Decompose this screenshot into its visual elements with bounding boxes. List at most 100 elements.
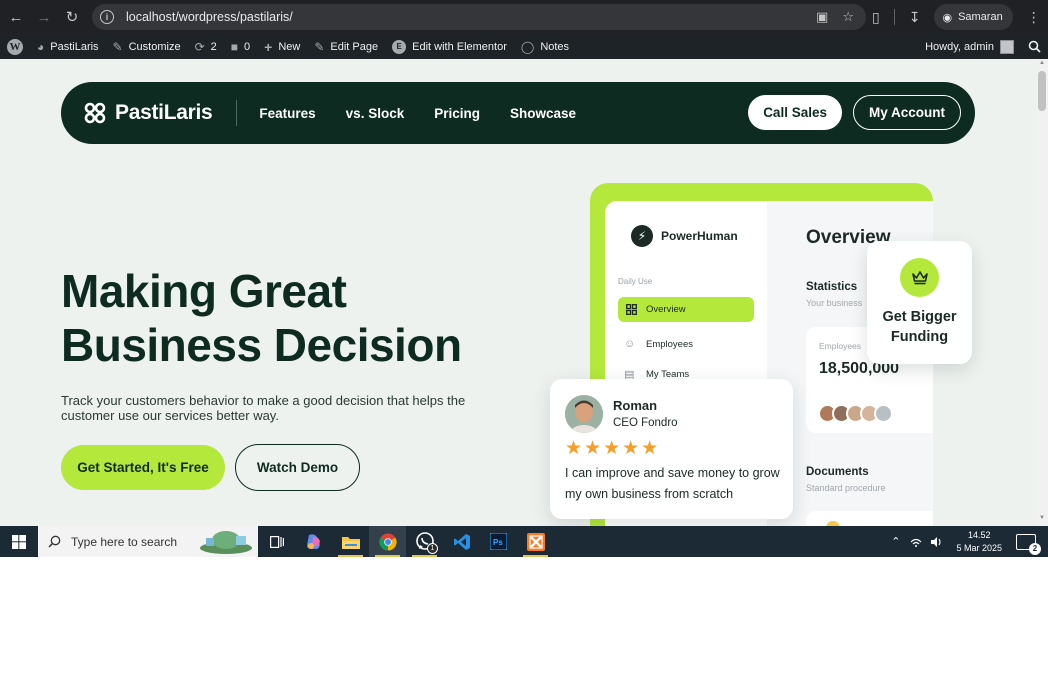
network-icon[interactable] xyxy=(910,536,922,548)
comments-link[interactable]: ■ 0 xyxy=(224,34,257,59)
brand-mark-icon xyxy=(84,102,106,124)
running-indicator xyxy=(523,555,548,557)
site-name-link[interactable]: ◕ PastiLaris xyxy=(30,34,106,59)
mockup-menu-overview-label: Overview xyxy=(646,304,686,315)
edit-elementor-label: Edit with Elementor xyxy=(412,40,507,53)
bookmark-star-icon[interactable]: ☆ xyxy=(842,9,854,25)
customize-label: Customize xyxy=(128,40,181,53)
pencil-icon: ✎ xyxy=(314,39,325,54)
taskbar-xampp[interactable] xyxy=(517,526,554,557)
nav-link-showcase[interactable]: Showcase xyxy=(510,106,576,121)
task-view-icon xyxy=(269,535,284,548)
download-icon[interactable]: ↧ xyxy=(909,9,921,26)
new-content-link[interactable]: + New xyxy=(257,34,307,59)
screen: ← → ↻ i localhost/wordpress/pastilaris/ … xyxy=(0,0,1048,557)
comments-count: 0 xyxy=(244,40,251,53)
windows-taskbar: Type here to search 1 Ps ⌃ 14.52 5 Mar 2… xyxy=(0,526,1048,557)
url-text[interactable]: localhost/wordpress/pastilaris/ xyxy=(126,10,293,24)
page-scrollbar[interactable]: ▲ ▼ xyxy=(1036,59,1048,526)
system-tray: ⌃ 14.52 5 Mar 2025 2 xyxy=(891,526,1048,557)
people-icon: ☺ xyxy=(624,338,636,350)
reload-icon[interactable]: ↻ xyxy=(58,3,86,31)
scroll-thumb[interactable] xyxy=(1038,71,1046,111)
toolbar-divider xyxy=(893,9,895,25)
watch-demo-button[interactable]: Watch Demo xyxy=(235,444,360,491)
clock-time: 14.52 xyxy=(967,529,991,540)
comment-icon: ■ xyxy=(230,39,239,54)
notes-link[interactable]: ◯ Notes xyxy=(514,34,576,59)
updates-link[interactable]: ⟳ 2 xyxy=(188,34,224,59)
menu-kebab-icon[interactable]: ⋮ xyxy=(1027,9,1041,26)
funding-text: Get Bigger Funding xyxy=(867,307,972,347)
start-button[interactable] xyxy=(0,526,38,557)
notification-center-button[interactable]: 2 xyxy=(1016,533,1041,555)
forward-icon[interactable]: → xyxy=(30,3,58,31)
translate-icon[interactable]: ▣ xyxy=(816,9,828,25)
copilot-icon xyxy=(306,533,320,549)
my-account-button[interactable]: My Account xyxy=(852,95,961,130)
taskbar-search[interactable]: Type here to search xyxy=(38,526,258,557)
nav-link-features[interactable]: Features xyxy=(259,106,315,121)
clock-date: 5 Mar 2025 xyxy=(956,542,1002,553)
site-name-label: PastiLaris xyxy=(50,40,99,53)
reviewer-photo xyxy=(565,395,603,433)
scroll-down-icon[interactable]: ▼ xyxy=(1038,515,1046,521)
search-icon xyxy=(1028,40,1041,53)
taskbar-clock[interactable]: 14.52 5 Mar 2025 xyxy=(956,529,1002,555)
running-indicator xyxy=(412,555,437,557)
avatar xyxy=(874,404,893,423)
admin-search-button[interactable] xyxy=(1021,34,1048,59)
incognito-icon: ◉ xyxy=(942,11,953,24)
wp-admin-bar: W ◕ PastiLaris ✎ Customize ⟳ 2 ■ 0 + New… xyxy=(0,34,1048,59)
notification-count: 2 xyxy=(1029,542,1041,555)
mockup-app-name: PowerHuman xyxy=(661,229,738,243)
task-view-button[interactable] xyxy=(258,526,295,557)
customize-link[interactable]: ✎ Customize xyxy=(106,34,188,59)
taskbar-chrome[interactable] xyxy=(369,526,406,557)
star-rating: ★★★★★ xyxy=(565,438,661,459)
running-indicator xyxy=(375,555,400,557)
taskbar-vscode[interactable] xyxy=(443,526,480,557)
call-sales-button[interactable]: Call Sales xyxy=(748,95,842,130)
funding-card: Get Bigger Funding xyxy=(867,241,972,364)
new-label: New xyxy=(278,40,301,53)
my-account-menu[interactable]: Howdy, admin xyxy=(918,34,1021,59)
back-icon[interactable]: ← xyxy=(2,3,30,31)
wp-logo-button[interactable]: W xyxy=(0,34,30,59)
updates-icon: ⟳ xyxy=(194,39,205,54)
get-started-button[interactable]: Get Started, It's Free xyxy=(61,445,225,490)
crown-badge xyxy=(900,258,939,297)
hero-title: Making Great Business Decision xyxy=(61,264,521,372)
reviewer-role: CEO Fondro xyxy=(613,417,678,429)
dashboard-icon: ◕ xyxy=(37,39,45,54)
site-info-icon[interactable]: i xyxy=(100,10,114,24)
nav-link-vs-slock[interactable]: vs. Slock xyxy=(346,106,405,121)
profile-name: Samaran xyxy=(958,11,1003,23)
brand-name: PastiLaris xyxy=(115,101,213,124)
browser-toolbar: ← → ↻ i localhost/wordpress/pastilaris/ … xyxy=(0,0,1048,34)
extensions-icon[interactable]: ▯ xyxy=(872,9,880,26)
taskbar-file-explorer[interactable] xyxy=(332,526,369,557)
hero-subtitle: Track your customers behavior to make a … xyxy=(61,393,466,423)
reviewer-name: Roman xyxy=(613,398,658,413)
edit-elementor-link[interactable]: E Edit with Elementor xyxy=(385,34,514,59)
taskbar-photoshop[interactable]: Ps xyxy=(480,526,517,557)
nav-link-pricing[interactable]: Pricing xyxy=(434,106,480,121)
taskbar-whatsapp[interactable]: 1 xyxy=(406,526,443,557)
notes-bubble-icon: ◯ xyxy=(520,39,535,54)
brand-logo-link[interactable]: PastiLaris xyxy=(83,101,213,125)
mockup-statistics-sub: Your business xyxy=(806,298,863,308)
profile-button[interactable]: ◉ Samaran xyxy=(934,4,1013,30)
taskbar-copilot[interactable] xyxy=(295,526,332,557)
volume-icon[interactable] xyxy=(930,536,942,548)
mockup-menu-overview: Overview xyxy=(618,297,754,322)
chrome-icon xyxy=(378,533,397,551)
funding-line-2: Funding xyxy=(890,329,949,345)
show-hidden-icons-chevron-icon[interactable]: ⌃ xyxy=(891,535,900,548)
mockup-avatar-stack xyxy=(818,404,893,423)
edit-page-link[interactable]: ✎ Edit Page xyxy=(307,34,385,59)
hero-title-line-2: Business Decision xyxy=(61,319,462,371)
scroll-up-icon[interactable]: ▲ xyxy=(1038,60,1046,66)
mockup-menu-employees-label: Employees xyxy=(646,338,693,350)
address-bar[interactable]: i localhost/wordpress/pastilaris/ ▣ ☆ xyxy=(92,4,866,30)
